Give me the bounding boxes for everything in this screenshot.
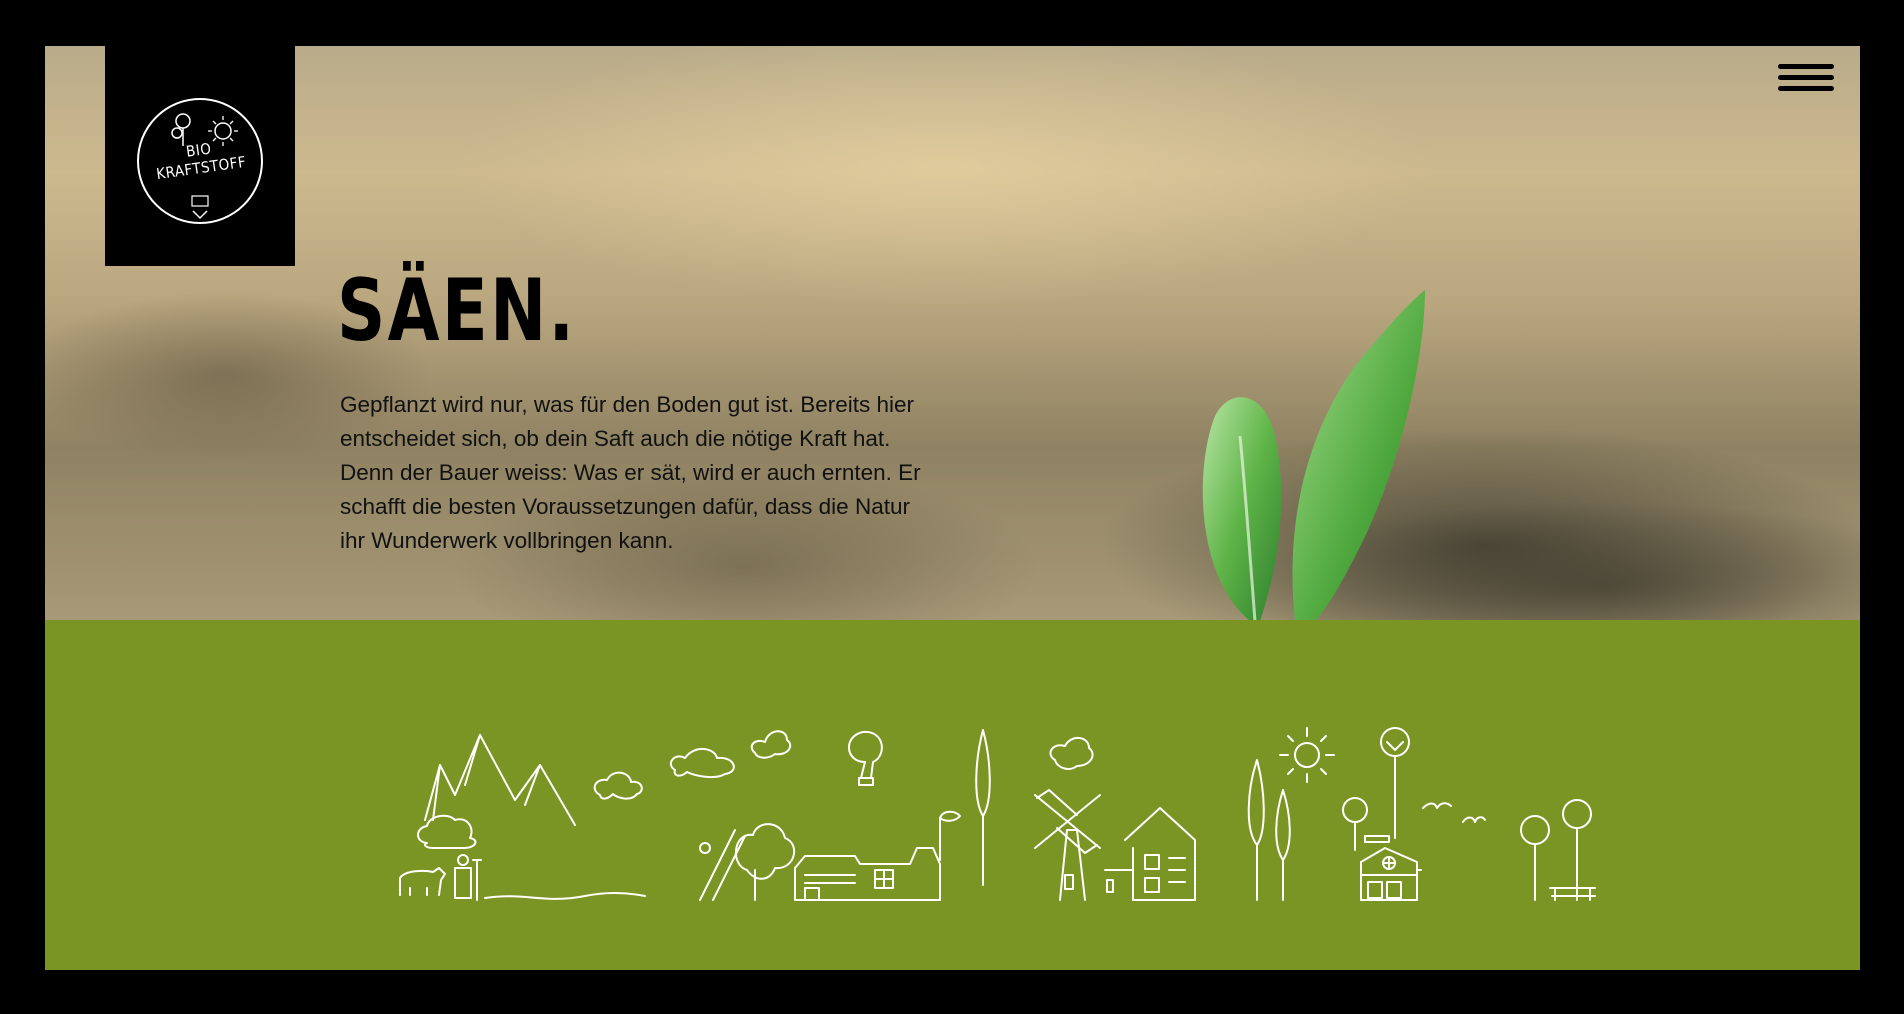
cloud-icon [593, 771, 643, 800]
cloud-icon [750, 730, 792, 759]
house-icon [1360, 835, 1422, 901]
page-title: SÄEN. [337, 261, 577, 361]
mountains-icon [424, 734, 576, 826]
cloud-icon [417, 814, 477, 849]
illustration-band [45, 620, 1860, 970]
tree-icon [975, 729, 991, 886]
tree-icon [1275, 789, 1291, 901]
farmer-icon [454, 854, 482, 901]
hamburger-menu-icon[interactable] [1778, 64, 1836, 94]
cow-icon [399, 867, 446, 896]
bird-icon [1422, 802, 1452, 809]
tree-icon [1342, 797, 1368, 851]
hero-section: BIO KRAFTSTOFF SÄEN. Gepflanzt wird nur,… [45, 46, 1860, 626]
hero-description: Gepflanzt wird nur, was für den Boden gu… [340, 392, 921, 553]
house-icon [1104, 807, 1196, 901]
page-frame: BIO KRAFTSTOFF SÄEN. Gepflanzt wird nur,… [45, 46, 1860, 970]
tree-icon [1380, 727, 1410, 839]
bird-icon [1462, 816, 1486, 823]
logo[interactable]: BIO KRAFTSTOFF [105, 46, 295, 266]
sprout-image [1202, 290, 1425, 622]
cloud-icon [669, 748, 735, 779]
ladder-icon [699, 829, 746, 901]
ground-line [484, 892, 646, 900]
tree-icon [1520, 799, 1596, 901]
tree-icon [734, 823, 796, 901]
barn-icon [794, 810, 961, 901]
cloud-icon [1049, 737, 1094, 770]
landscape-illustration [399, 727, 1596, 901]
tree-icon [1247, 759, 1265, 901]
windmill-icon [1034, 789, 1101, 901]
sun-icon [1279, 727, 1335, 783]
hot-air-balloon-icon [848, 730, 883, 786]
